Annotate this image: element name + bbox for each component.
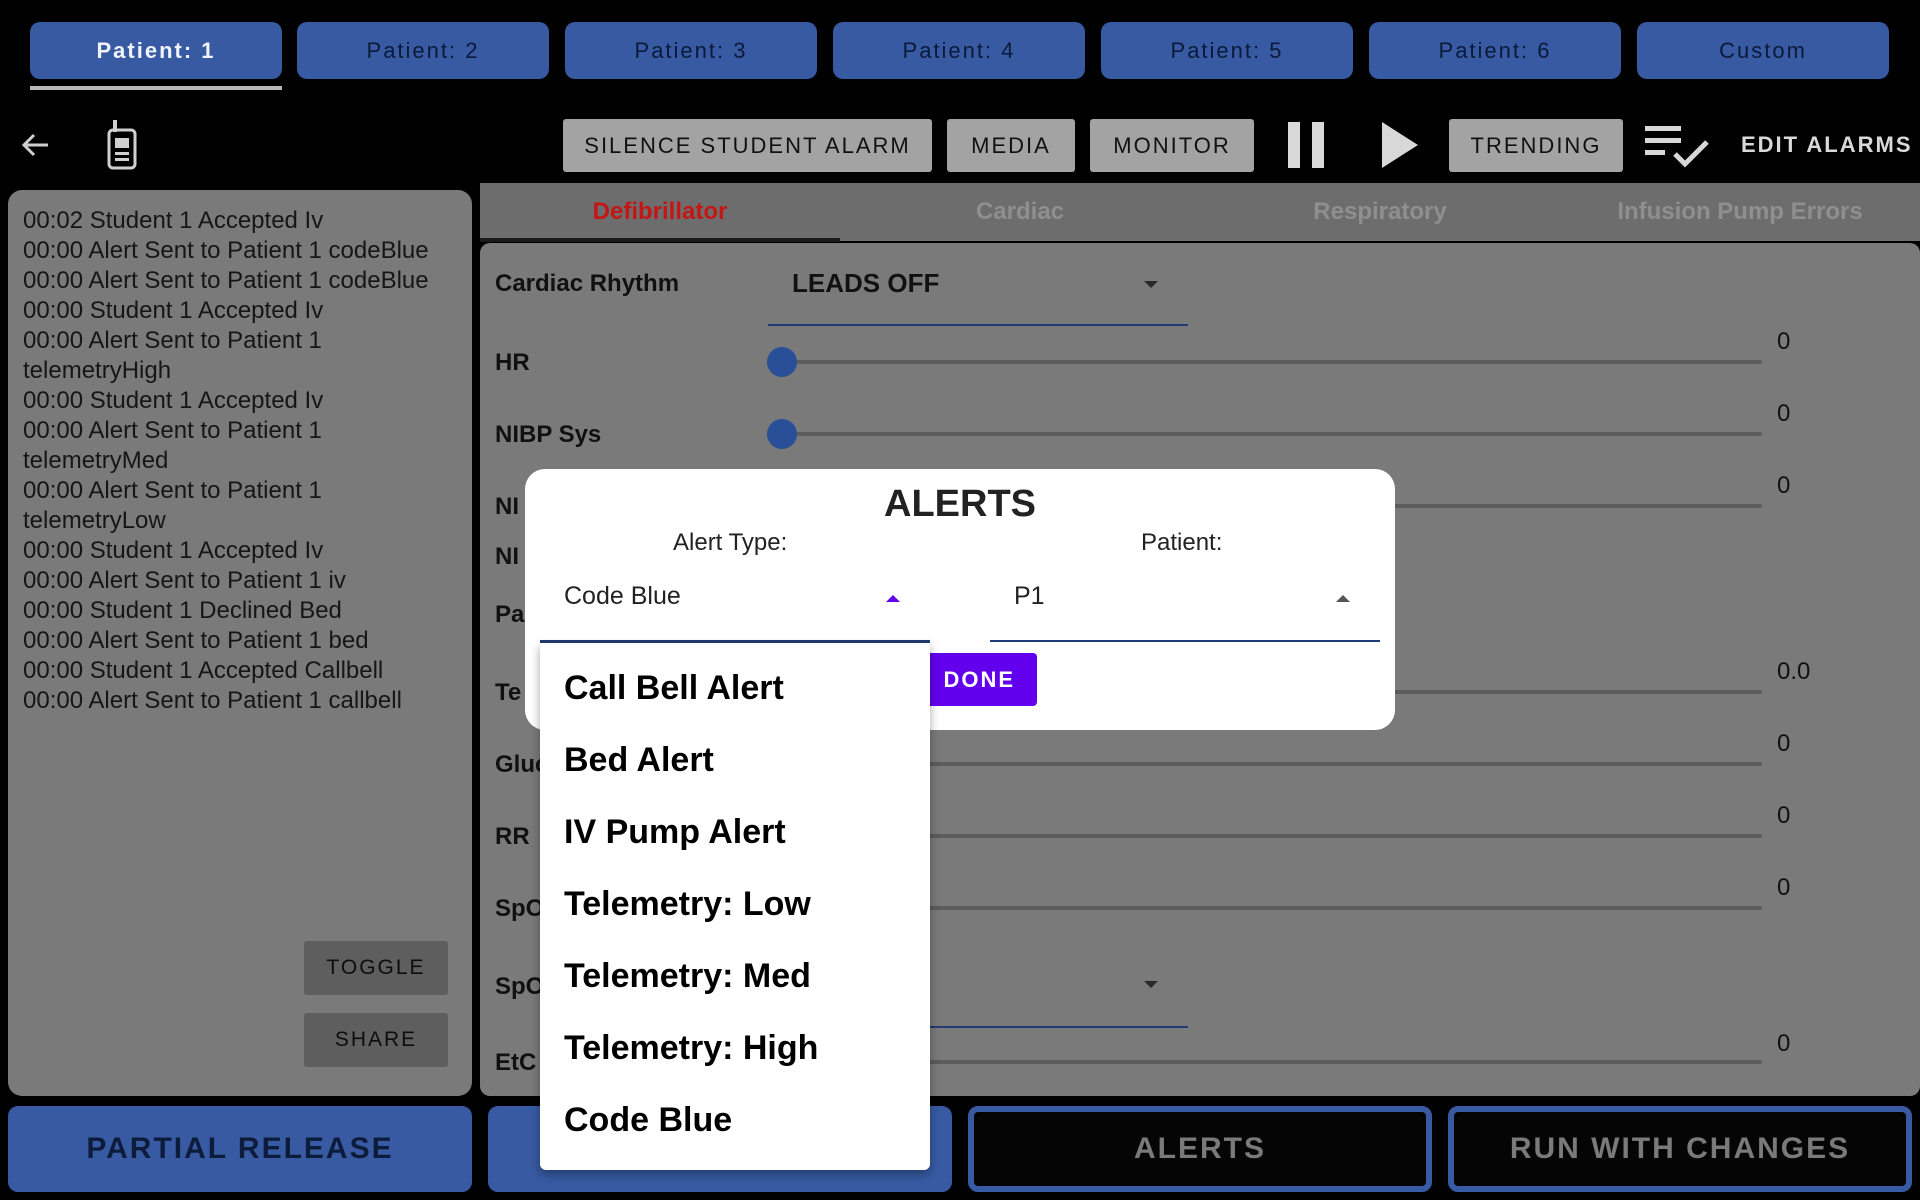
glucose-value: 0 <box>1777 730 1791 757</box>
tab-patient-1[interactable]: Patient: 1 <box>30 22 282 79</box>
tab-infusion-pump-errors[interactable]: Infusion Pump Errors <box>1560 183 1920 241</box>
toggle-button[interactable]: TOGGLE <box>304 941 448 995</box>
section-tabs: Defibrillator Cardiac Respiratory Infusi… <box>480 183 1920 241</box>
option-telemetry-med[interactable]: Telemetry: Med <box>564 957 811 996</box>
event-log-list: 00:02 Student 1 Accepted Iv 00:00 Alert … <box>23 206 463 716</box>
tab-cardiac[interactable]: Cardiac <box>840 183 1200 241</box>
patient-underline <box>990 640 1380 642</box>
option-call-bell-alert[interactable]: Call Bell Alert <box>564 669 784 708</box>
log-line: 00:00 Student 1 Accepted Callbell <box>23 657 384 684</box>
tab-custom[interactable]: Custom <box>1637 22 1889 79</box>
edit-alarms-button[interactable]: EDIT ALARMS <box>1741 132 1913 158</box>
nibp-sys-label: NIBP Sys <box>495 421 602 448</box>
monitor-button[interactable]: MONITOR <box>1090 119 1254 172</box>
active-section-indicator <box>480 238 840 242</box>
chevron-down-icon <box>1144 281 1158 288</box>
tab-respiratory[interactable]: Respiratory <box>1200 183 1560 241</box>
alert-type-dropdown: Call Bell Alert Bed Alert IV Pump Alert … <box>540 643 930 1170</box>
cardiac-rhythm-underline <box>768 324 1188 326</box>
partial-release-button[interactable]: PARTIAL RELEASE <box>8 1106 472 1192</box>
play-icon[interactable] <box>1380 120 1420 170</box>
log-line: 00:00 Alert Sent to Patient 1 codeBlue <box>23 237 429 264</box>
log-line: 00:02 Student 1 Accepted Iv <box>23 207 324 234</box>
hr-value: 0 <box>1777 328 1791 355</box>
log-line: 00:00 Alert Sent to Patient 1 telemetryM… <box>23 417 329 474</box>
patient-label: Patient: <box>1141 529 1223 556</box>
cardiac-rhythm-label: Cardiac Rhythm <box>495 270 680 297</box>
rr-label: RR <box>495 823 530 850</box>
tab-patient-6[interactable]: Patient: 6 <box>1369 22 1621 79</box>
pause-icon[interactable] <box>1286 120 1328 170</box>
log-line: 00:00 Alert Sent to Patient 1 codeBlue <box>23 267 429 294</box>
share-button[interactable]: SHARE <box>304 1013 448 1067</box>
log-line: 00:00 Alert Sent to Patient 1 telemetryH… <box>23 327 329 384</box>
option-bed-alert[interactable]: Bed Alert <box>564 741 714 780</box>
etco2-label: EtC <box>495 1049 537 1076</box>
chevron-up-icon <box>1336 595 1350 602</box>
silence-student-alarm-button[interactable]: SILENCE STUDENT ALARM <box>563 119 932 172</box>
hr-slider-thumb[interactable] <box>767 347 797 377</box>
tab-patient-4[interactable]: Patient: 4 <box>833 22 1085 79</box>
back-arrow-icon[interactable] <box>20 132 52 158</box>
temp-label: Te <box>495 679 522 706</box>
nibp-dia-value: 0 <box>1777 472 1791 499</box>
spo2-wave-label: SpO <box>495 973 545 1000</box>
patient-select[interactable]: P1 <box>1014 582 1045 611</box>
log-line: 00:00 Alert Sent to Patient 1 iv <box>23 567 346 594</box>
rr-value: 0 <box>1777 802 1791 829</box>
tab-patient-3[interactable]: Patient: 3 <box>565 22 817 79</box>
spo2-value: 0 <box>1777 874 1791 901</box>
log-line: 00:00 Alert Sent to Patient 1 telemetryL… <box>23 477 329 534</box>
log-line: 00:00 Alert Sent to Patient 1 callbell <box>23 687 402 714</box>
media-button[interactable]: MEDIA <box>947 119 1075 172</box>
log-line: 00:00 Alert Sent to Patient 1 bed <box>23 627 369 654</box>
cardiac-rhythm-select[interactable]: LEADS OFF <box>792 268 939 299</box>
log-line: 00:00 Student 1 Accepted Iv <box>23 387 324 414</box>
pa-label: Pa <box>495 601 525 628</box>
hr-label: HR <box>495 349 530 376</box>
handheld-device-icon[interactable] <box>105 118 141 170</box>
log-line: 00:00 Student 1 Declined Bed <box>23 597 342 624</box>
tab-patient-2[interactable]: Patient: 2 <box>297 22 549 79</box>
alert-type-select[interactable]: Code Blue <box>564 582 681 611</box>
option-iv-pump-alert[interactable]: IV Pump Alert <box>564 813 786 852</box>
etco2-value: 0 <box>1777 1030 1791 1057</box>
alert-type-label: Alert Type: <box>673 529 788 556</box>
option-telemetry-high[interactable]: Telemetry: High <box>564 1029 818 1068</box>
temp-value: 0.0 <box>1777 658 1811 685</box>
log-line: 00:00 Student 1 Accepted Iv <box>23 297 324 324</box>
event-log-panel: 00:02 Student 1 Accepted Iv 00:00 Alert … <box>8 190 472 1096</box>
trending-button[interactable]: TRENDING <box>1449 119 1623 172</box>
active-tab-indicator <box>30 86 282 90</box>
nibp-sys-value: 0 <box>1777 400 1791 427</box>
nibp-dia-label: NI <box>495 493 519 520</box>
spo2-label: SpO <box>495 895 545 922</box>
option-telemetry-low[interactable]: Telemetry: Low <box>564 885 811 924</box>
dialog-title: ALERTS <box>884 483 1036 525</box>
run-with-changes-button[interactable]: RUN WITH CHANGES <box>1448 1106 1912 1192</box>
chevron-down-icon <box>1144 981 1158 988</box>
chevron-up-icon <box>886 595 900 602</box>
tab-patient-5[interactable]: Patient: 5 <box>1101 22 1353 79</box>
log-line: 00:00 Student 1 Accepted Iv <box>23 537 324 564</box>
nibp-map-label: NI <box>495 543 519 570</box>
alerts-button[interactable]: ALERTS <box>968 1106 1432 1192</box>
tab-defibrillator[interactable]: Defibrillator <box>480 183 840 241</box>
hr-slider[interactable] <box>780 360 1762 364</box>
nibp-sys-slider-thumb[interactable] <box>767 419 797 449</box>
nibp-sys-slider[interactable] <box>780 432 1762 436</box>
option-code-blue[interactable]: Code Blue <box>564 1101 732 1140</box>
checklist-icon[interactable] <box>1643 122 1713 170</box>
